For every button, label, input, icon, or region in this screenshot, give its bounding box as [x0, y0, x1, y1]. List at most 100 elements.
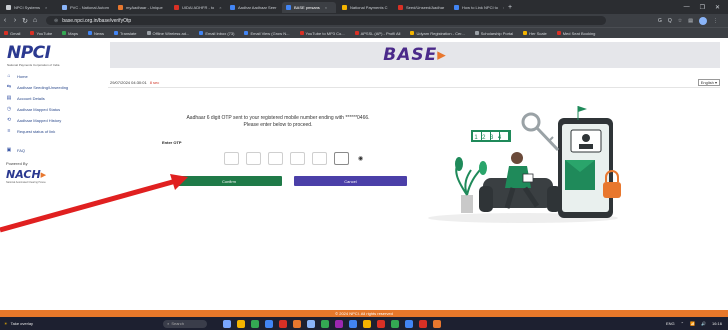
bookmark-item[interactable]: News	[87, 31, 104, 36]
site-info-icon[interactable]: ⊜	[54, 18, 58, 24]
bookmark-star-icon[interactable]: ☆	[678, 18, 682, 24]
sidebar-item-home[interactable]: ⌂ Home	[0, 71, 108, 81]
reload-icon[interactable]: ↻	[20, 17, 30, 25]
browser-tab[interactable]: National Payments C×	[338, 2, 392, 13]
taskbar-app-icon[interactable]	[335, 319, 344, 328]
bookmark-label: APSSL (AP) - Profil All	[360, 30, 401, 36]
sidebar-item-account[interactable]: ▤ Account Details	[0, 93, 108, 103]
bookmark-item[interactable]: Udyam Registration - Cer...	[410, 31, 465, 36]
browser-tab[interactable]: Aadhar Aadhaar Seer×	[226, 2, 280, 13]
volume-icon[interactable]: 🔊	[701, 321, 706, 326]
sidebar-item-label: FAQ	[17, 147, 26, 153]
sidebar-item-label: Aadhaar Mapped History	[17, 117, 62, 123]
browser-tab[interactable]: UIDAI ADHFR - to ×	[170, 2, 224, 13]
taskbar-app-icon[interactable]	[433, 319, 442, 328]
minimize-icon[interactable]: —	[684, 4, 690, 11]
profile-avatar[interactable]	[699, 16, 707, 25]
tab-close-icon[interactable]: ×	[325, 5, 327, 10]
otp-digit-2[interactable]	[246, 152, 261, 165]
taskbar-app-icon[interactable]	[237, 319, 246, 328]
otp-digit-6[interactable]	[334, 152, 349, 165]
close-window-icon[interactable]: ✕	[715, 4, 720, 11]
taskbar-app-icon[interactable]	[321, 319, 330, 328]
taskbar-apps	[223, 319, 442, 328]
browser-tab[interactable]: Seed/Unseed/Aadhar×	[394, 2, 448, 13]
weather-icon: ☀	[4, 321, 8, 326]
browser-tab[interactable]: BASE pmsans ×	[282, 1, 336, 13]
tab-close-icon[interactable]: ×	[45, 5, 47, 10]
taskbar-app-icon[interactable]	[391, 319, 400, 328]
new-tab-icon[interactable]: +	[508, 4, 512, 11]
tab-favicon-icon	[6, 4, 11, 10]
otp-digit-3[interactable]	[268, 152, 283, 165]
taskbar-app-icon[interactable]	[279, 319, 288, 328]
maximize-icon[interactable]: ❐	[700, 4, 705, 11]
taskbar-app-icon[interactable]	[265, 319, 274, 328]
taskbar-app-icon[interactable]	[251, 319, 260, 328]
url-field[interactable]: ⊜ base.npci.org.in/base/verifyOtp	[46, 16, 606, 25]
session-datetime: 29/07/2024 04:30:01	[110, 80, 147, 85]
taskbar-app-icon[interactable]	[363, 319, 372, 328]
otp-digit-1[interactable]	[224, 152, 239, 165]
bookmark-item[interactable]: Offline Wireless ad...	[146, 31, 189, 36]
browser-tab[interactable]: NPCI Systems ×	[2, 2, 56, 13]
taskbar-app-icon[interactable]	[377, 319, 386, 328]
bookmark-item[interactable]: Translate	[113, 31, 137, 36]
taskbar-app-icon[interactable]	[293, 319, 302, 328]
language-indicator[interactable]: ENG	[666, 321, 675, 326]
sidebar-item-faq[interactable]: ▣ FAQ	[0, 145, 108, 155]
google-lens-icon[interactable]: G	[658, 18, 662, 24]
bookmarks-bar: Gmail YouTube Maps News Translate Offline Wir…	[0, 27, 728, 38]
forward-icon[interactable]: ›	[10, 17, 20, 24]
bookmark-item[interactable]: Email Inbox (73)	[199, 31, 234, 36]
bookmark-item[interactable]: YouTube to MP3 Co...	[299, 31, 345, 36]
bookmark-item[interactable]: YouTube	[30, 31, 52, 36]
account-icon: ▤	[6, 95, 12, 101]
tab-close-icon[interactable]: ×	[219, 5, 221, 10]
menu-icon[interactable]: ⋮	[713, 18, 718, 24]
bookmark-item[interactable]: Med Seat Booking	[556, 31, 595, 36]
otp-digit-5[interactable]	[312, 152, 327, 165]
weather-widget[interactable]: ☀ Take overlay	[0, 321, 33, 326]
bookmark-label: Maps	[68, 30, 78, 36]
tray-expand-icon[interactable]: ⌃	[681, 321, 684, 326]
bookmark-item[interactable]: Maps	[62, 31, 78, 36]
npci-logo[interactable]: NPCI National Payments Corporation of In…	[7, 43, 97, 67]
browser-tab[interactable]: PVC - National Autom×	[58, 2, 112, 13]
clock[interactable]: 16:16	[712, 321, 722, 326]
home-browser-icon[interactable]: ⌂	[30, 17, 40, 24]
zoom-icon[interactable]: Q	[668, 18, 672, 24]
sidebar-item-seeding[interactable]: ⇆ Aadhaar Seeding/Unseeding	[0, 82, 108, 92]
taskbar-app-icon[interactable]	[419, 319, 428, 328]
taskbar-app-icon[interactable]	[307, 319, 316, 328]
wifi-icon[interactable]: 📶	[690, 321, 695, 326]
taskbar-app-icon[interactable]	[405, 319, 414, 328]
browser-tab[interactable]: myAadhaar - Unique×	[114, 2, 168, 13]
show-otp-eye-icon[interactable]: ◉	[358, 155, 363, 162]
bookmark-item[interactable]: APSSL (AP) - Profil All	[354, 30, 401, 36]
sidepanel-icon[interactable]: ▤	[688, 18, 693, 24]
bookmark-favicon-icon	[62, 31, 67, 35]
sidebar-item-history[interactable]: ⟲ Aadhaar Mapped History	[0, 115, 108, 125]
sidebar-item-chart[interactable]: ≡ Request status of link	[0, 126, 108, 136]
bookmark-item[interactable]: Gmail	[4, 31, 20, 36]
system-tray: ENG ⌃ 📶 🔊 16:16	[666, 321, 728, 326]
taskbar-app-icon[interactable]	[223, 319, 232, 328]
tab-label: Aadhar Aadhaar Seer	[238, 4, 277, 10]
otp-digit-4[interactable]	[290, 152, 305, 165]
taskbar-search[interactable]: ⌕ Search	[163, 319, 208, 328]
cancel-button[interactable]: Cancel	[294, 176, 407, 186]
bookmark-label: Her Scale	[529, 30, 547, 36]
bookmark-favicon-icon	[523, 31, 528, 35]
taskbar-app-icon[interactable]	[349, 319, 358, 328]
sidebar-item-status[interactable]: ◷ Aadhaar Mapped Status	[0, 104, 108, 114]
tab-close-icon[interactable]: ×	[503, 5, 504, 10]
confirm-button[interactable]: Confirm	[176, 176, 282, 186]
bookmark-item[interactable]: Her Scale	[523, 31, 547, 36]
back-icon[interactable]: ‹	[0, 17, 10, 24]
browser-tab[interactable]: How to Link NPCI to ×	[450, 2, 504, 13]
bookmark-item[interactable]: Email View (Grow N...	[244, 31, 290, 36]
language-select[interactable]: English ▾	[697, 79, 720, 86]
bookmark-item[interactable]: Scholarship Portal	[474, 31, 513, 36]
faq-icon: ▣	[6, 147, 12, 153]
